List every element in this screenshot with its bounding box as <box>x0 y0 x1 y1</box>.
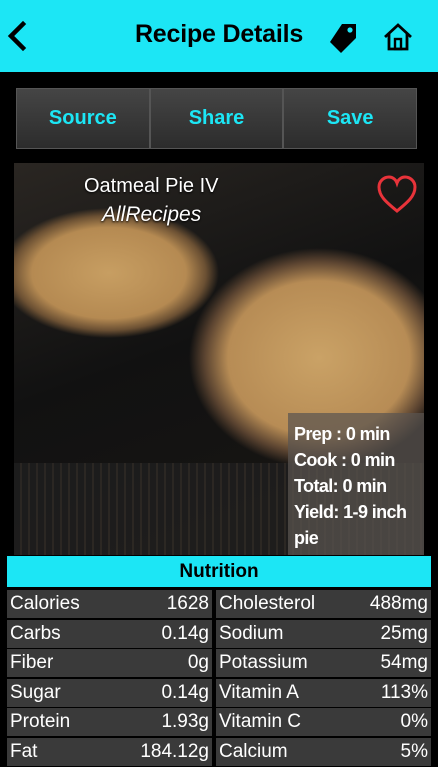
nutrient-name: Sugar <box>10 682 61 704</box>
nutrient-name: Cholesterol <box>219 593 315 615</box>
nutrient-cell: Calcium 5% <box>216 738 431 766</box>
nutrition-row: Sugar 0.14g Vitamin A 113% <box>7 679 431 709</box>
navigation-bar: Recipe Details <box>0 0 438 72</box>
nutrient-name: Vitamin A <box>219 682 299 704</box>
favorite-heart-icon[interactable] <box>376 175 418 215</box>
share-button[interactable]: Share <box>151 89 285 148</box>
home-icon[interactable] <box>382 22 414 52</box>
nutrient-cell: Sodium 25mg <box>216 620 431 648</box>
nutrient-cell: Cholesterol 488mg <box>216 590 431 618</box>
nutrient-value: 0.14g <box>161 682 209 704</box>
nutrient-value: 1.93g <box>161 711 209 733</box>
nutrition-row: Calories 1628 Cholesterol 488mg <box>7 590 431 620</box>
nutrition-row: Carbs 0.14g Sodium 25mg <box>7 620 431 650</box>
nutrient-cell: Carbs 0.14g <box>7 620 212 648</box>
nutrient-name: Potassium <box>219 652 308 674</box>
recipe-name: Oatmeal Pie IV <box>84 175 219 198</box>
nutrient-name: Fiber <box>10 652 53 674</box>
nutrient-name: Vitamin C <box>219 711 301 733</box>
recipe-source: AllRecipes <box>102 203 201 227</box>
nutrient-cell: Fiber 0g <box>7 649 212 677</box>
nutrient-value: 25mg <box>380 623 428 645</box>
time-info-panel: Prep : 0 min Cook : 0 min Total: 0 min Y… <box>288 413 424 555</box>
save-button[interactable]: Save <box>284 89 416 148</box>
nutrient-cell: Protein 1.93g <box>7 708 212 736</box>
nutrient-value: 184.12g <box>140 741 209 763</box>
nutrient-name: Fat <box>10 741 37 763</box>
nutrition-row: Protein 1.93g Vitamin C 0% <box>7 708 431 738</box>
nutrient-name: Protein <box>10 711 70 733</box>
page-title: Recipe Details <box>0 20 438 49</box>
nutrient-cell: Calories 1628 <box>7 590 212 618</box>
nutrition-header: Nutrition <box>7 556 431 587</box>
nutrient-cell: Potassium 54mg <box>216 649 431 677</box>
nutrient-name: Sodium <box>219 623 283 645</box>
yield: Yield: 1-9 inch pie <box>294 499 418 551</box>
nutrient-value: 0g <box>188 652 209 674</box>
nutrient-value: 113% <box>381 682 428 704</box>
nutrient-cell: Vitamin A 113% <box>216 679 431 707</box>
nutrient-cell: Sugar 0.14g <box>7 679 212 707</box>
nutrient-value: 1628 <box>167 593 209 615</box>
nutrition-row: Fat 184.12g Calcium 5% <box>7 738 431 767</box>
total-time: Total: 0 min <box>294 473 418 499</box>
source-button[interactable]: Source <box>17 89 151 148</box>
nutrient-value: 0.14g <box>161 623 209 645</box>
nutrient-value: 0% <box>401 711 428 733</box>
nutrition-table: Calories 1628 Cholesterol 488mg Carbs 0.14g… <box>7 590 431 767</box>
action-tabs: Source Share Save <box>16 88 417 149</box>
prep-time: Prep : 0 min <box>294 421 418 447</box>
nutrient-name: Calcium <box>219 741 288 763</box>
nutrition-row: Fiber 0g Potassium 54mg <box>7 649 431 679</box>
tag-icon[interactable] <box>328 22 358 54</box>
nutrient-name: Carbs <box>10 623 61 645</box>
cook-time: Cook : 0 min <box>294 447 418 473</box>
nutrient-value: 5% <box>401 741 428 763</box>
nutrient-cell: Vitamin C 0% <box>216 708 431 736</box>
nutrient-name: Calories <box>10 593 80 615</box>
nutrient-value: 54mg <box>380 652 428 674</box>
nutrient-cell: Fat 184.12g <box>7 738 212 766</box>
recipe-photo: Oatmeal Pie IV AllRecipes Prep : 0 min C… <box>14 163 424 555</box>
nutrient-value: 488mg <box>370 593 428 615</box>
